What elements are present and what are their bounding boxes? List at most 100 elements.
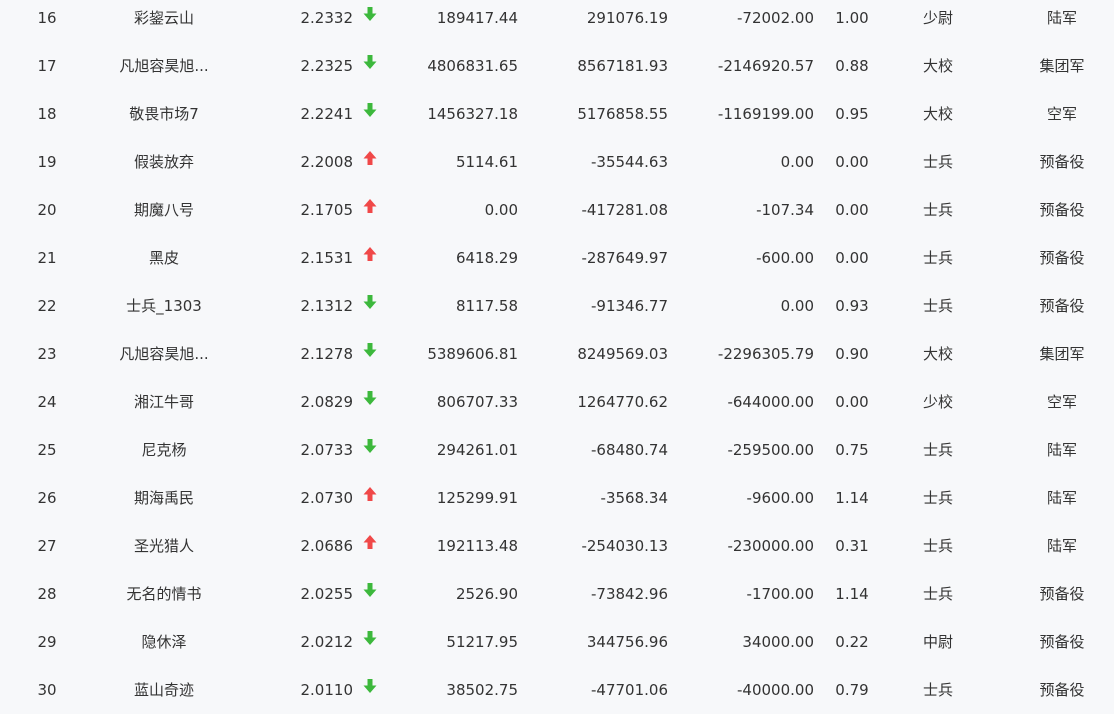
- value3-cell: 0.00: [780, 297, 814, 315]
- nickname-cell[interactable]: 期魔八号: [100, 186, 228, 234]
- table-row[interactable]: 26 期海禹民 2.0730 125299.91 -3568.34 -9600.…: [0, 474, 1114, 522]
- value3-cell: -230000.00: [727, 537, 814, 555]
- arrow-down-icon: [363, 6, 377, 22]
- rank-cell: 21: [37, 249, 57, 267]
- ratio-cell: 0.00: [835, 393, 869, 411]
- value1-cell: 294261.01: [436, 441, 518, 459]
- rank-title-cell: 少校: [922, 393, 953, 411]
- trend-cell: [360, 42, 380, 90]
- ratio-cell: 0.31: [835, 537, 869, 555]
- rank-title-cell: 大校: [922, 57, 953, 75]
- value3-cell: -2146920.57: [717, 57, 814, 75]
- rank-cell: 24: [37, 393, 57, 411]
- value2-cell: -73842.96: [591, 585, 668, 603]
- arrow-up-icon: [363, 246, 377, 262]
- nickname-cell[interactable]: 隐休泽: [100, 618, 228, 666]
- score-cell: 2.2332: [300, 9, 354, 27]
- rank-title-cell: 士兵: [922, 585, 953, 603]
- nickname-cell[interactable]: 凡旭容昊旭...: [100, 42, 228, 90]
- value3-cell: -1169199.00: [717, 105, 814, 123]
- nickname-cell[interactable]: 彩鋆云山: [100, 0, 228, 42]
- value1-cell: 1456327.18: [427, 105, 518, 123]
- score-cell: 2.1312: [300, 297, 354, 315]
- table-row[interactable]: 20 期魔八号 2.1705 0.00 -417281.08 -107.34 0…: [0, 186, 1114, 234]
- rank-title-cell: 大校: [922, 105, 953, 123]
- trend-cell: [360, 378, 380, 426]
- trend-cell: [360, 0, 380, 42]
- value2-cell: 8249569.03: [577, 345, 668, 363]
- value1-cell: 0.00: [484, 201, 518, 219]
- rank-title-cell: 少尉: [922, 9, 953, 27]
- nickname-cell[interactable]: 假装放弃: [100, 138, 228, 186]
- rank-cell: 20: [37, 201, 57, 219]
- table-row[interactable]: 17 凡旭容昊旭... 2.2325 4806831.65 8567181.93…: [0, 42, 1114, 90]
- value1-cell: 5389606.81: [427, 345, 518, 363]
- table-row[interactable]: 18 敬畏市场7 2.2241 1456327.18 5176858.55 -1…: [0, 90, 1114, 138]
- value1-cell: 192113.48: [436, 537, 518, 555]
- trend-cell: [360, 234, 380, 282]
- ratio-cell: 1.14: [835, 489, 869, 507]
- value1-cell: 38502.75: [446, 681, 518, 699]
- table-row[interactable]: 24 湘江牛哥 2.0829 806707.33 1264770.62 -644…: [0, 378, 1114, 426]
- ratio-cell: 0.00: [835, 201, 869, 219]
- value3-cell: 34000.00: [742, 633, 814, 651]
- table-row[interactable]: 25 尼克杨 2.0733 294261.01 -68480.74 -25950…: [0, 426, 1114, 474]
- nickname-cell[interactable]: 蓝山奇迹: [100, 666, 228, 714]
- table-row[interactable]: 27 圣光猎人 2.0686 192113.48 -254030.13 -230…: [0, 522, 1114, 570]
- trend-cell: [360, 474, 380, 522]
- rank-title-cell: 士兵: [922, 297, 953, 315]
- branch-cell: 空军: [1046, 393, 1077, 411]
- nickname-cell[interactable]: 黑皮: [100, 234, 228, 282]
- ratio-cell: 0.90: [835, 345, 869, 363]
- nickname-cell[interactable]: 士兵_1303: [100, 282, 228, 330]
- value3-cell: -72002.00: [737, 9, 814, 27]
- nickname-cell[interactable]: 圣光猎人: [100, 522, 228, 570]
- branch-cell: 陆军: [1046, 9, 1077, 27]
- arrow-down-icon: [363, 582, 377, 598]
- table-row[interactable]: 19 假装放弃 2.2008 5114.61 -35544.63 0.00 0.…: [0, 138, 1114, 186]
- rank-title-cell: 士兵: [922, 489, 953, 507]
- trend-cell: [360, 570, 380, 618]
- value1-cell: 806707.33: [436, 393, 518, 411]
- value2-cell: -287649.97: [581, 249, 668, 267]
- table-row[interactable]: 22 士兵_1303 2.1312 8117.58 -91346.77 0.00…: [0, 282, 1114, 330]
- rank-cell: 23: [37, 345, 57, 363]
- table-row[interactable]: 29 隐休泽 2.0212 51217.95 344756.96 34000.0…: [0, 618, 1114, 666]
- rank-cell: 30: [37, 681, 57, 699]
- rank-title-cell: 士兵: [922, 537, 953, 555]
- nickname-cell[interactable]: 敬畏市场7: [100, 90, 228, 138]
- value3-cell: 0.00: [780, 153, 814, 171]
- arrow-up-icon: [363, 150, 377, 166]
- ratio-cell: 0.93: [835, 297, 869, 315]
- branch-cell: 陆军: [1046, 489, 1077, 507]
- trend-cell: [360, 282, 380, 330]
- value1-cell: 189417.44: [436, 9, 518, 27]
- value3-cell: -9600.00: [746, 489, 814, 507]
- trend-cell: [360, 186, 380, 234]
- trend-cell: [360, 426, 380, 474]
- rank-title-cell: 士兵: [922, 441, 953, 459]
- score-cell: 2.0686: [300, 537, 354, 555]
- rank-title-cell: 大校: [922, 345, 953, 363]
- table-row[interactable]: 23 凡旭容昊旭... 2.1278 5389606.81 8249569.03…: [0, 330, 1114, 378]
- value2-cell: 8567181.93: [577, 57, 668, 75]
- table-row[interactable]: 28 无名的情书 2.0255 2526.90 -73842.96 -1700.…: [0, 570, 1114, 618]
- nickname-cell[interactable]: 湘江牛哥: [100, 378, 228, 426]
- value2-cell: 344756.96: [586, 633, 668, 651]
- value1-cell: 4806831.65: [427, 57, 518, 75]
- table-row[interactable]: 16 彩鋆云山 2.2332 189417.44 291076.19 -7200…: [0, 0, 1114, 42]
- nickname-cell[interactable]: 凡旭容昊旭...: [100, 330, 228, 378]
- score-cell: 2.2325: [300, 57, 354, 75]
- nickname-cell[interactable]: 无名的情书: [100, 570, 228, 618]
- value2-cell: -35544.63: [591, 153, 668, 171]
- nickname-cell[interactable]: 期海禹民: [100, 474, 228, 522]
- ratio-cell: 0.22: [835, 633, 869, 651]
- table-row[interactable]: 30 蓝山奇迹 2.0110 38502.75 -47701.06 -40000…: [0, 666, 1114, 714]
- value3-cell: -2296305.79: [717, 345, 814, 363]
- trend-cell: [360, 90, 380, 138]
- trend-cell: [360, 330, 380, 378]
- ratio-cell: 0.95: [835, 105, 869, 123]
- nickname-cell[interactable]: 尼克杨: [100, 426, 228, 474]
- table-row[interactable]: 21 黑皮 2.1531 6418.29 -287649.97 -600.00 …: [0, 234, 1114, 282]
- rank-title-cell: 士兵: [922, 201, 953, 219]
